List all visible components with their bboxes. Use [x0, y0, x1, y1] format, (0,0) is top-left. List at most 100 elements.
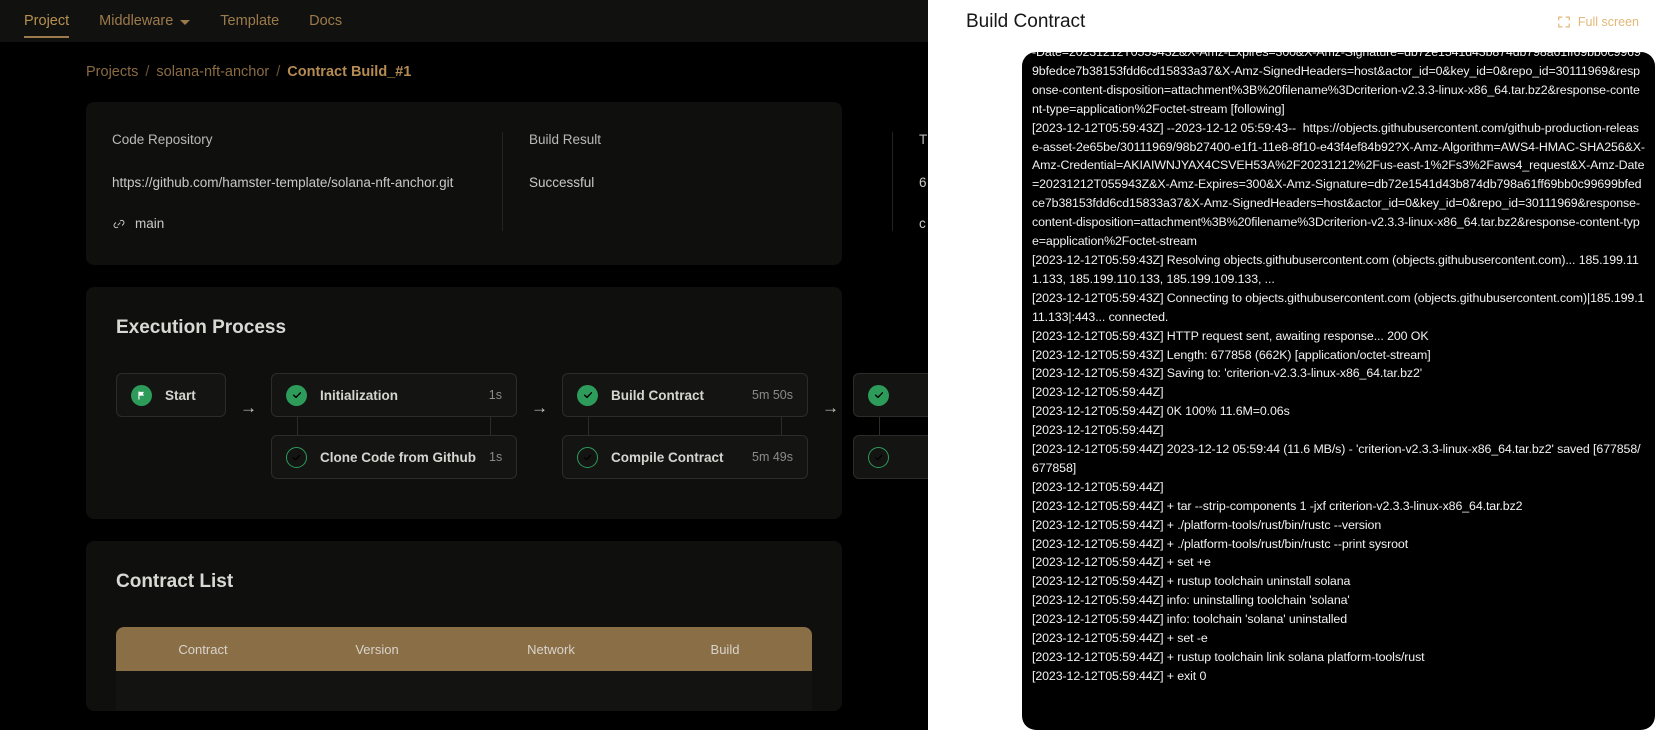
drawer-header: Build Contract Full screen	[928, 0, 1659, 44]
flow-node-build-contract[interactable]: Build Contract 5m 50s	[562, 373, 808, 417]
main-page: Project Middleware Template Docs Project…	[0, 0, 928, 730]
flow-node-clone-code-label: Clone Code from Github	[320, 449, 476, 465]
log-line: [2023-12-12T05:59:44Z] info: toolchain '…	[1032, 612, 1348, 627]
branch-name: main	[135, 216, 165, 231]
build-info-card: Code Repository https://github.com/hamst…	[86, 102, 927, 265]
top-navigation: Project Middleware Template Docs	[0, 0, 928, 42]
flow-node-clipped-sub[interactable]	[853, 435, 928, 479]
log-line: [2023-12-12T05:59:44Z] 2023-12-12 05:59:…	[1032, 442, 1641, 475]
log-line: [2023-12-12T05:59:43Z] Connecting to obj…	[1032, 290, 1645, 324]
code-repository-value: https://github.com/hamster-template/sola…	[112, 175, 454, 190]
branch-row: main	[112, 216, 476, 231]
build-result-label: Build Result	[529, 132, 602, 147]
third-column-value: 6	[919, 175, 927, 190]
flow-node-initialization-time: 1s	[488, 388, 502, 402]
log-box[interactable]: -Date=20231212T055943Z&X-Amz-Expires=300…	[1022, 52, 1655, 730]
full-screen-label: Full screen	[1577, 15, 1639, 29]
table-row[interactable]	[116, 671, 812, 711]
log-line: [2023-12-12T05:59:44Z] + rustup toolchai…	[1032, 650, 1425, 664]
flow-node-clone-code[interactable]: Clone Code from Github 1s	[271, 435, 517, 479]
flow-node-clipped-main[interactable]	[853, 373, 928, 417]
log-line: [2023-12-12T05:59:43Z] Length: 677858 (6…	[1032, 347, 1431, 362]
log-line: [2023-12-12T05:59:43Z] --2023-12-12 05:5…	[1032, 120, 1645, 249]
flow-connector-initialization	[271, 417, 517, 435]
flow-node-initialization-label: Initialization	[320, 387, 399, 403]
check-filled-icon	[577, 384, 598, 406]
nav-item-template[interactable]: Template	[220, 0, 279, 42]
code-repository-column: Code Repository https://github.com/hamst…	[86, 132, 503, 231]
flow-node-build-contract-time: 5m 50s	[752, 388, 793, 402]
check-filled-icon	[286, 384, 307, 406]
build-contract-drawer: Build Contract Full screen -Date=2023121…	[928, 0, 1659, 730]
nav-item-docs-label: Docs	[309, 13, 343, 29]
log-line: [2023-12-12T05:59:44Z] + set -e	[1032, 631, 1208, 646]
flow-node-start-label: Start	[165, 387, 196, 403]
log-line: [2023-12-12T05:59:43Z] HTTP request sent…	[1032, 328, 1429, 343]
log-line: [2023-12-12T05:59:44Z] + ./platform-tool…	[1032, 517, 1382, 532]
log-line: [2023-12-12T05:59:44Z] + rustup toolchai…	[1032, 574, 1351, 589]
flow-node-compile-contract[interactable]: Compile Contract 5m 49s	[562, 435, 808, 479]
execution-process-card: Execution Process Start → Initialization…	[86, 287, 928, 519]
flow-stage-start: Start	[116, 373, 226, 417]
flow-stage-initialization: Initialization 1s Clone Code from Github…	[271, 373, 517, 479]
execution-process-title: Execution Process	[116, 317, 287, 338]
flag-icon	[131, 384, 152, 406]
nav-item-project-label: Project	[24, 13, 70, 29]
fullscreen-icon	[1557, 15, 1571, 29]
third-column-clipped: T 6 c	[893, 132, 928, 231]
full-screen-button[interactable]: Full screen	[1551, 11, 1645, 33]
flow-arrow-1: →	[240, 398, 257, 417]
log-line: [2023-12-12T05:59:44Z]	[1032, 423, 1164, 438]
log-line: [2023-12-12T05:59:43Z] Resolving objects…	[1032, 252, 1639, 286]
check-hollow-icon	[577, 446, 598, 468]
app-root: Project Middleware Template Docs Project…	[0, 0, 1659, 730]
column-header-build: Build	[710, 641, 740, 657]
column-header-network: Network	[527, 641, 575, 657]
log-line: -Date=20231212T055943Z&X-Amz-Expires=300…	[1032, 52, 1641, 116]
drawer-title: Build Contract	[966, 11, 1086, 32]
flow-connector-build-contract	[562, 417, 808, 435]
log-line: [2023-12-12T05:59:44Z]	[1032, 385, 1164, 400]
flow-connector-clipped	[853, 417, 928, 435]
check-hollow-icon	[868, 446, 889, 468]
execution-flow: Start → Initialization 1s Clone Code fro…	[86, 339, 928, 519]
log-line: [2023-12-12T05:59:43Z] Saving to: 'crite…	[1032, 366, 1423, 381]
contract-list-title: Contract List	[116, 571, 234, 592]
contract-table-header: Contract Version Network Build	[116, 627, 812, 671]
nav-item-docs[interactable]: Docs	[309, 0, 342, 42]
check-filled-icon	[868, 384, 889, 406]
breadcrumb-projects[interactable]: Projects	[86, 64, 138, 80]
code-repository-label: Code Repository	[112, 132, 213, 147]
breadcrumb-project[interactable]: solana-nft-anchor	[156, 64, 269, 80]
flow-node-start[interactable]: Start	[116, 373, 226, 417]
flow-arrow-2: →	[531, 398, 548, 417]
log-line: [2023-12-12T05:59:44Z] info: uninstallin…	[1032, 593, 1350, 608]
log-line: [2023-12-12T05:59:44Z] + ./platform-tool…	[1032, 536, 1409, 551]
flow-stage-build-contract: Build Contract 5m 50s Compile Contract 5…	[562, 373, 808, 479]
contract-table-wrapper: Contract Version Network Build	[86, 593, 842, 711]
third-column-label: T	[919, 132, 928, 147]
log-line: [2023-12-12T05:59:44Z]	[1032, 479, 1164, 494]
breadcrumb-separator-1: /	[145, 64, 150, 80]
flow-node-initialization[interactable]: Initialization 1s	[271, 373, 517, 417]
flow-node-build-contract-label: Build Contract	[611, 387, 704, 403]
build-result-column: Build Result Successful	[503, 132, 893, 231]
log-viewer-container: -Date=20231212T055943Z&X-Amz-Expires=300…	[928, 44, 1659, 730]
log-scroll-area[interactable]: -Date=20231212T055943Z&X-Amz-Expires=300…	[1032, 52, 1645, 721]
log-line: [2023-12-12T05:59:44Z] + tar --strip-com…	[1032, 498, 1523, 513]
third-column-subvalue: c	[919, 216, 926, 231]
flow-stage-clipped	[853, 373, 928, 479]
branch-link-icon	[112, 217, 126, 231]
column-header-version: Version	[355, 641, 399, 657]
nav-item-middleware[interactable]: Middleware	[99, 0, 191, 42]
breadcrumb: Projects / solana-nft-anchor / Contract …	[0, 42, 928, 80]
log-line: [2023-12-12T05:59:44Z] + exit 0	[1032, 668, 1207, 683]
check-hollow-icon	[286, 446, 307, 468]
nav-item-project[interactable]: Project	[24, 0, 70, 42]
flow-node-compile-contract-time: 5m 49s	[752, 450, 793, 464]
log-line: [2023-12-12T05:59:44Z] + set +e	[1032, 555, 1211, 570]
flow-node-compile-contract-label: Compile Contract	[611, 449, 724, 465]
build-result-value: Successful	[529, 175, 595, 190]
chevron-down-icon	[180, 19, 191, 25]
flow-arrow-3: →	[822, 398, 839, 417]
